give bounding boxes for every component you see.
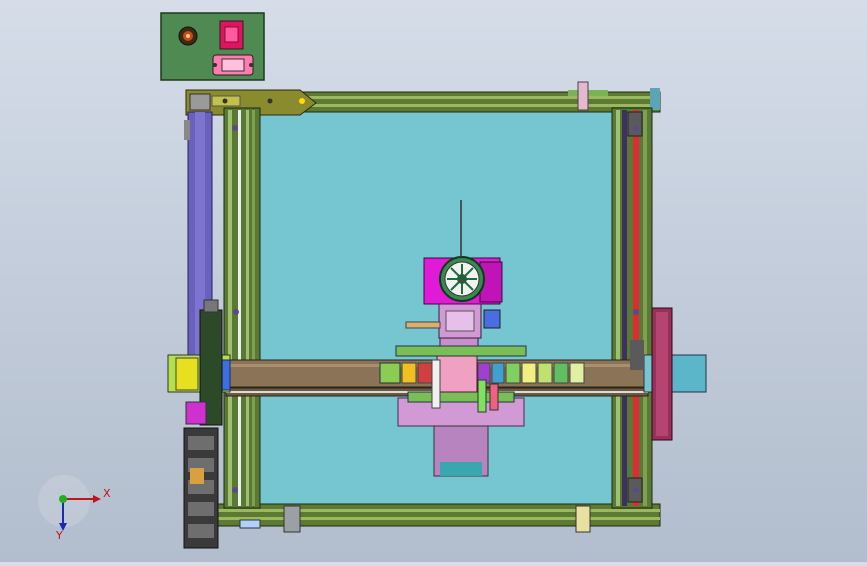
- power-control-box[interactable]: [160, 12, 265, 81]
- printer-assembly-model[interactable]: [0, 0, 867, 562]
- extruder-block: [436, 355, 478, 393]
- triad-y-label: Y: [56, 529, 63, 542]
- frame-rail-right: [611, 107, 653, 509]
- coordinate-triad-icon: [38, 475, 101, 531]
- cad-viewport[interactable]: X Y: [0, 0, 867, 562]
- frame-rail-left: [223, 107, 261, 509]
- drag-chain: [183, 427, 219, 549]
- frame-rail-bottom: [217, 503, 661, 533]
- triad-x-label: X: [103, 487, 111, 500]
